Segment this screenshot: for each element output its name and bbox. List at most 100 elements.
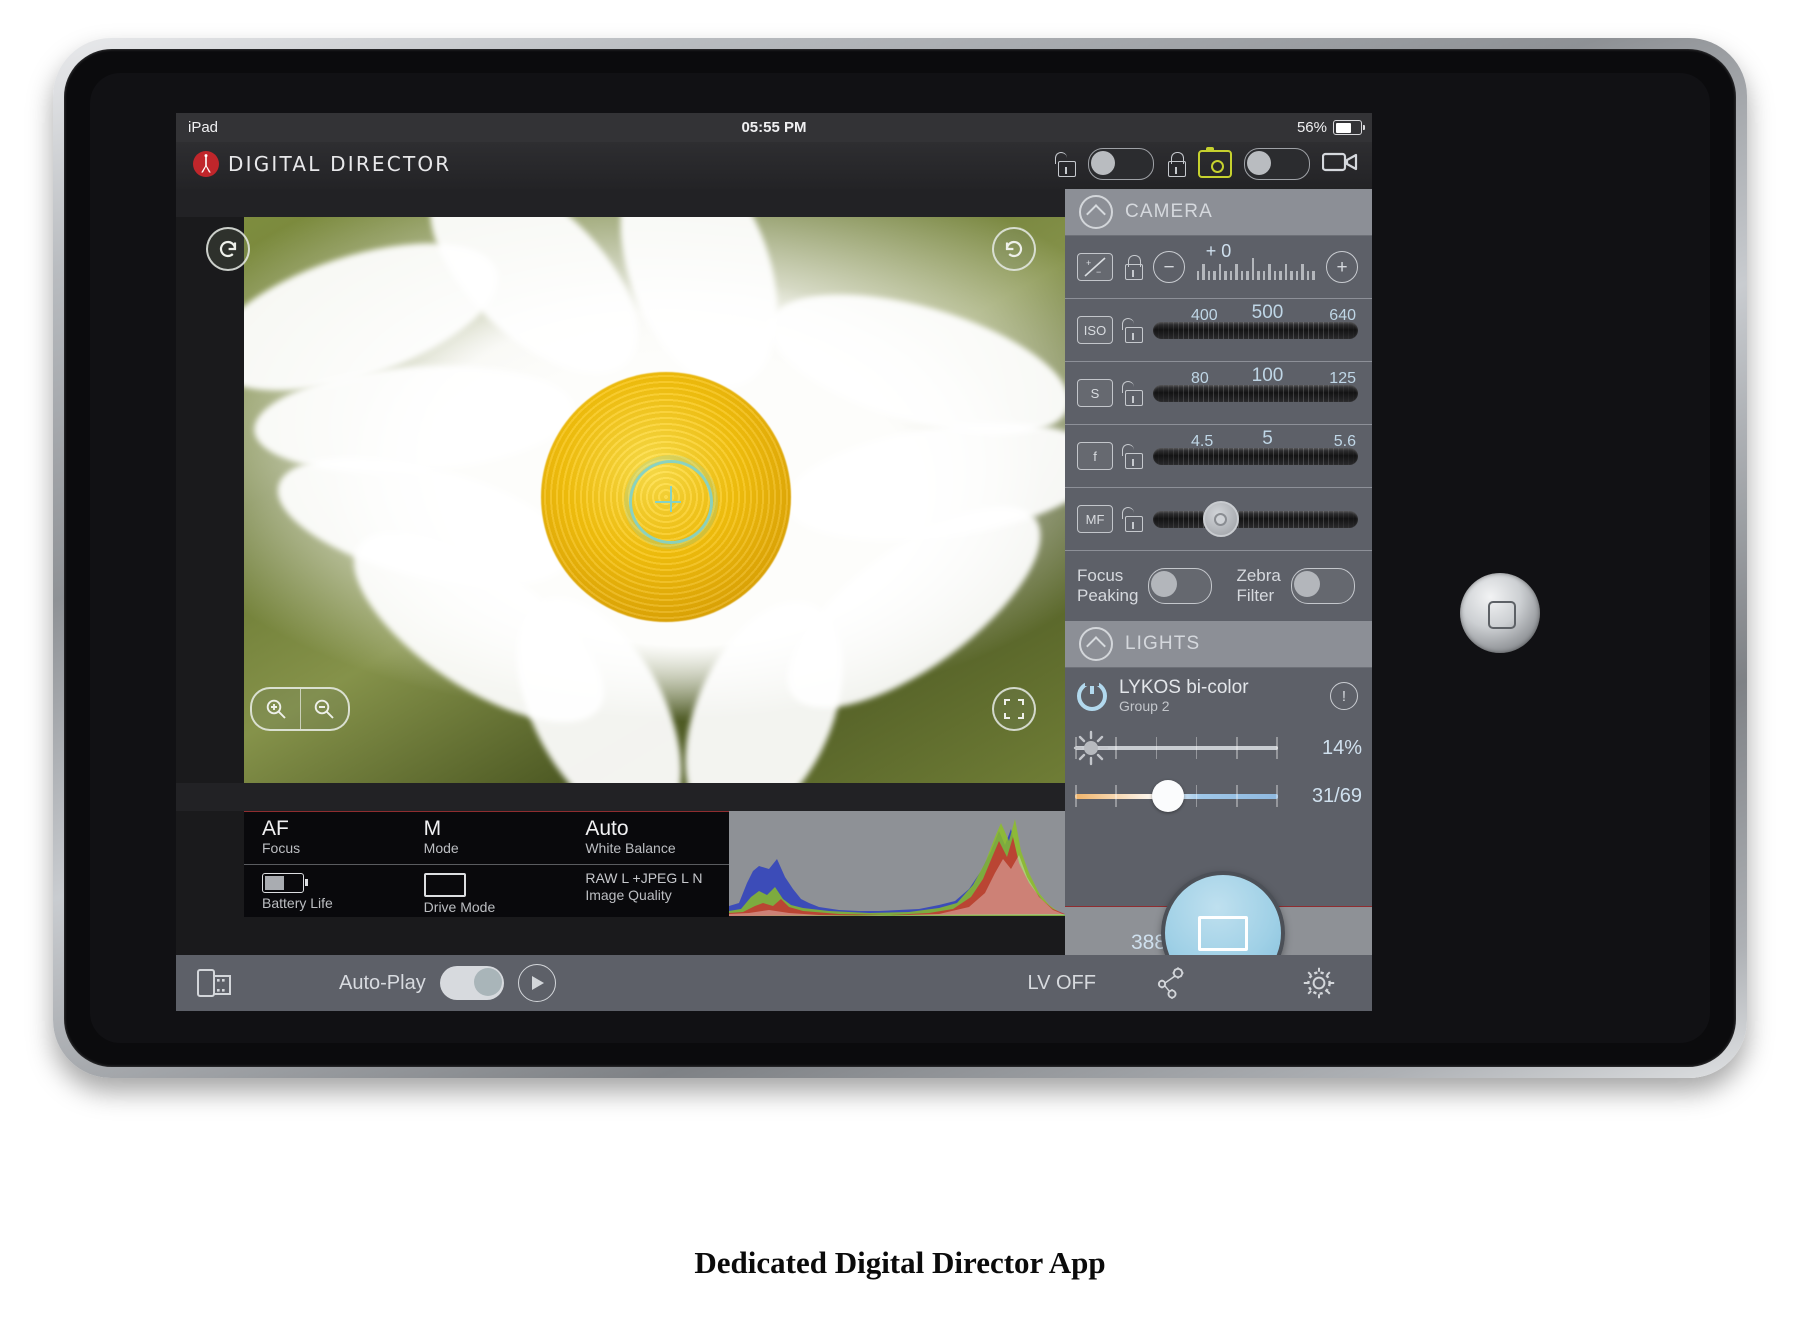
- focus-peaking-toggle[interactable]: [1148, 568, 1213, 604]
- live-view[interactable]: AF Focus M Mode Auto White Balance Batte…: [176, 189, 1065, 1011]
- play-icon[interactable]: [517, 964, 556, 1002]
- info-cell-focus: AF Focus: [244, 812, 406, 864]
- zebra-filter-label: Zebra Filter: [1236, 566, 1281, 605]
- exposure-lock-icon[interactable]: [1123, 254, 1143, 280]
- autoplay-label: Auto-Play: [339, 971, 426, 994]
- info-cell-quality: RAW L +JPEG L N Image Quality: [567, 865, 729, 917]
- histogram: [729, 811, 1065, 916]
- home-button-square-icon: [1488, 601, 1516, 629]
- zoom-in-icon[interactable]: [252, 689, 301, 729]
- fullscreen-icon[interactable]: [992, 687, 1036, 731]
- iso-high-value: 640: [1329, 307, 1356, 324]
- image-quality-value: RAW L +JPEG L N: [585, 870, 703, 886]
- light-group: Group 2: [1119, 697, 1170, 714]
- drive-mode-label: Drive Mode: [423, 899, 496, 915]
- power-icon[interactable]: [1077, 678, 1107, 711]
- info-cell-white-balance: Auto White Balance: [567, 812, 729, 864]
- battery-icon: [1333, 120, 1365, 135]
- zoom-controls: [250, 687, 350, 731]
- exposure-scale[interactable]: [1195, 254, 1316, 280]
- main-area: AF Focus M Mode Auto White Balance Batte…: [176, 189, 1372, 1011]
- aperture-row[interactable]: f 4.5 5 5.6: [1065, 425, 1372, 488]
- rotate-left-icon[interactable]: [206, 227, 250, 271]
- brightness-slider-row[interactable]: 14%: [1065, 724, 1372, 772]
- color-temperature-knob[interactable]: [1152, 780, 1185, 812]
- battery-level-icon: [262, 873, 308, 893]
- brightness-track[interactable]: [1074, 730, 1278, 766]
- status-bar: iPad 05:55 PM 56%: [176, 113, 1372, 142]
- focus-peaking-label: Focus Peaking: [1077, 566, 1139, 605]
- shutter-lock-icon[interactable]: [1122, 380, 1143, 406]
- sun-icon: [1071, 728, 1111, 768]
- shutter-speed-row[interactable]: S 80 100 125: [1065, 362, 1372, 425]
- iso-low-value: 400: [1191, 307, 1218, 324]
- gears-icon[interactable]: [1150, 965, 1190, 1001]
- iso-icon: ISO: [1077, 316, 1113, 344]
- battery-life-label: Battery Life: [262, 895, 333, 911]
- light-device-row[interactable]: LYKOS bi-color Group 2 !: [1065, 668, 1372, 724]
- status-battery-percent: 56%: [1296, 119, 1327, 136]
- film-roll-icon[interactable]: [196, 966, 234, 1000]
- rectangle-icon: [1197, 915, 1248, 951]
- autoplay-toggle[interactable]: [439, 966, 504, 1000]
- iso-row[interactable]: ISO 400 500 640: [1065, 299, 1372, 362]
- zebra-filter-toggle[interactable]: [1290, 568, 1355, 604]
- brightness-value: 14%: [1321, 736, 1362, 759]
- focus-value: AF: [262, 817, 289, 840]
- camera-icon[interactable]: [1198, 147, 1232, 178]
- app-bar: DIGITAL DIRECTOR: [176, 142, 1372, 190]
- info-icon[interactable]: !: [1330, 682, 1358, 710]
- aperture-values: 4.5 5 5.6: [1177, 428, 1358, 451]
- exposure-increase-button[interactable]: +: [1326, 251, 1358, 283]
- status-battery: 56%: [1296, 119, 1365, 136]
- shutter-low-value: 80: [1191, 370, 1209, 387]
- lights-section-title: LIGHTS: [1125, 633, 1201, 654]
- live-view-image: [244, 217, 1065, 783]
- info-cell-mode: M Mode: [406, 812, 568, 864]
- iso-lock-icon[interactable]: [1122, 317, 1143, 343]
- camera-section-header[interactable]: CAMERA: [1065, 189, 1372, 236]
- shutter-current-value: 100: [1251, 365, 1284, 386]
- lock-all-toggle[interactable]: [1088, 148, 1154, 180]
- control-panel: CAMERA + − − + 0 + ISO 400 500 640 S 80 …: [1065, 189, 1372, 1011]
- bottom-toolbar: Auto-Play LV OFF: [176, 955, 1372, 1011]
- ipad-screen: iPad 05:55 PM 56% DIGITAL DIRECTOR AF Fo…: [176, 113, 1372, 1011]
- live-view-letterbox-top: [176, 189, 1065, 217]
- rotate-right-icon[interactable]: [992, 227, 1036, 271]
- manfrotto-tripod-icon: [193, 151, 219, 177]
- aperture-high-value: 5.6: [1333, 433, 1356, 450]
- home-button[interactable]: [1460, 573, 1540, 653]
- chevron-up-icon[interactable]: [1079, 627, 1113, 661]
- iso-values: 400 500 640: [1177, 302, 1358, 325]
- status-clock: 05:55 PM: [741, 119, 807, 136]
- color-temperature-track[interactable]: [1075, 780, 1278, 812]
- exposure-compensation-row[interactable]: + − − + 0 +: [1065, 236, 1372, 299]
- lights-section-header[interactable]: LIGHTS: [1065, 621, 1372, 668]
- image-quality-label: Image Quality: [585, 887, 672, 903]
- light-name: LYKOS bi-color: [1119, 676, 1249, 698]
- color-temperature-slider-row[interactable]: 31/69: [1065, 772, 1372, 820]
- manual-focus-slider[interactable]: [1153, 510, 1358, 528]
- aperture-low-value: 4.5: [1191, 433, 1214, 450]
- shutter-values: 80 100 125: [1177, 365, 1358, 388]
- focus-crosshair-icon[interactable]: [629, 460, 713, 544]
- exposure-decrease-button[interactable]: −: [1153, 251, 1185, 283]
- unlock-icon[interactable]: [1055, 151, 1076, 177]
- manual-focus-row[interactable]: MF: [1065, 488, 1372, 551]
- chevron-up-icon[interactable]: [1079, 195, 1113, 229]
- live-view-letterbox-bottom: [176, 783, 1065, 811]
- settings-gear-icon[interactable]: [1302, 966, 1336, 1000]
- photo-video-toggle[interactable]: [1244, 148, 1310, 180]
- color-temperature-value: 31/69: [1311, 784, 1362, 807]
- mode-label: Mode: [423, 840, 459, 856]
- zoom-out-icon[interactable]: [301, 689, 349, 729]
- live-view-status[interactable]: LV OFF: [1027, 972, 1096, 995]
- lock-icon[interactable]: [1166, 151, 1186, 177]
- manual-focus-knob[interactable]: [1202, 501, 1239, 537]
- aperture-lock-icon[interactable]: [1122, 443, 1143, 469]
- exposure-compensation-icon: + −: [1077, 253, 1113, 281]
- iso-current-value: 500: [1251, 302, 1284, 323]
- mode-value: M: [423, 817, 442, 840]
- manual-focus-lock-icon[interactable]: [1122, 506, 1143, 532]
- video-camera-icon[interactable]: [1321, 150, 1358, 179]
